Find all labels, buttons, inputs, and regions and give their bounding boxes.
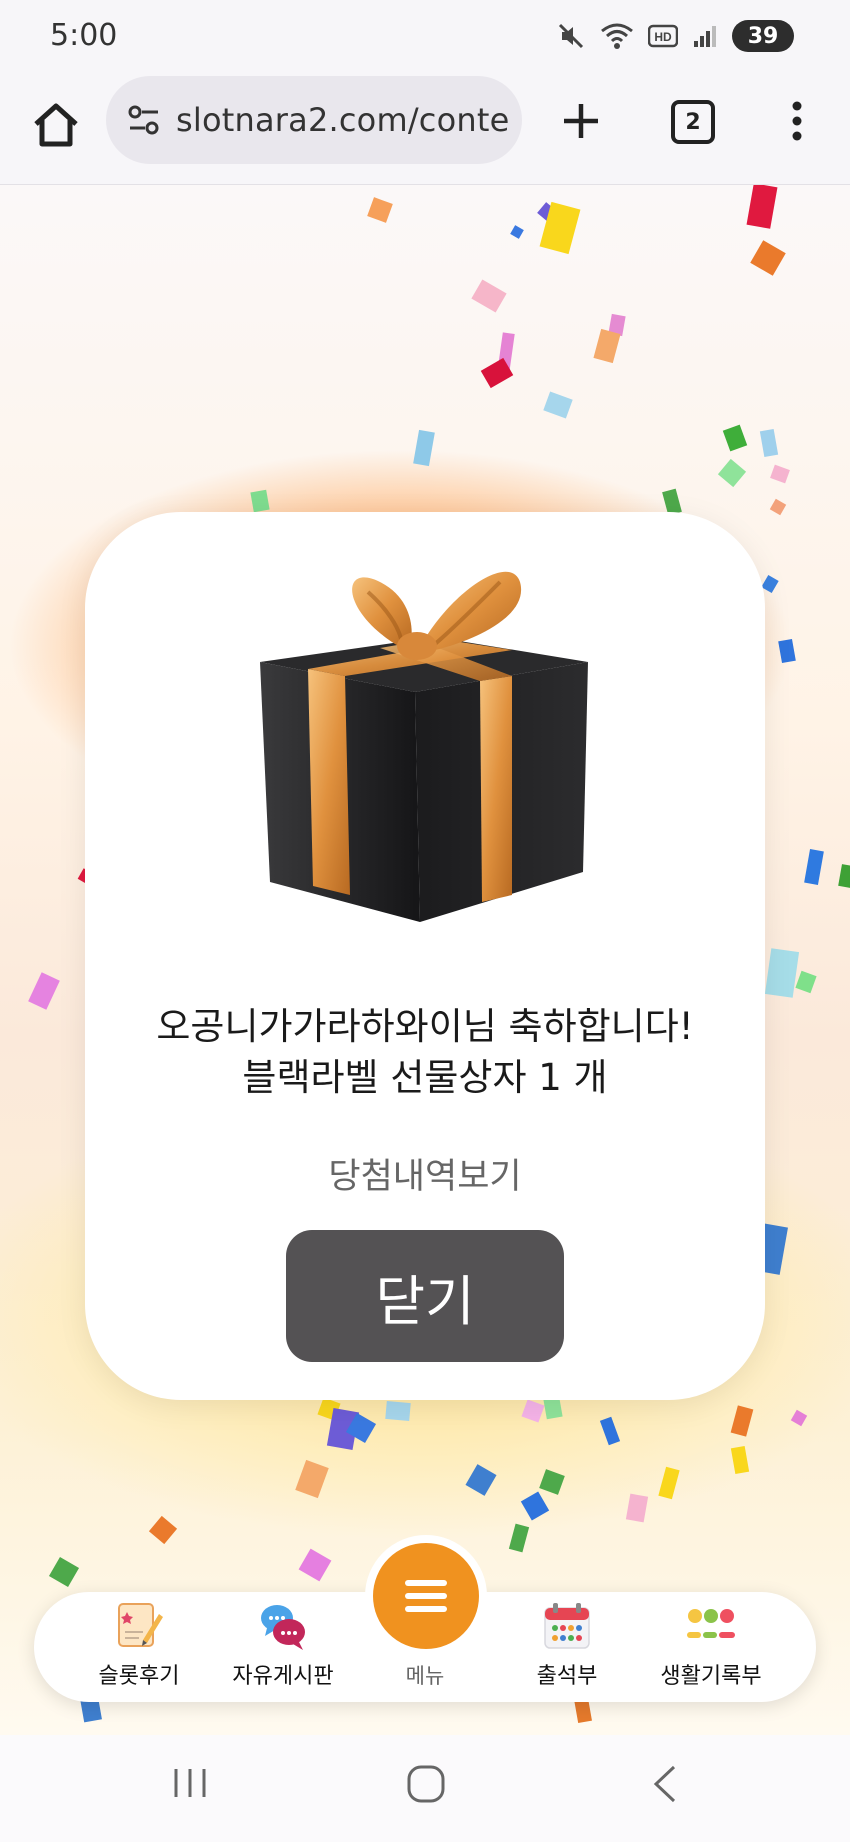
site-settings-icon[interactable] — [126, 102, 162, 138]
nav-item-life-record[interactable]: 생활기록부 — [636, 1592, 786, 1702]
status-time: 5:00 — [50, 18, 118, 53]
tab-count: 2 — [685, 109, 701, 135]
confetti-piece — [148, 1515, 178, 1545]
nav-item-slot-review[interactable]: 슬롯후기 — [64, 1592, 214, 1702]
confetti-piece — [778, 638, 796, 664]
nav-label-life-record: 생활기록부 — [660, 1664, 762, 1689]
nav-label-free-board: 자유게시판 — [232, 1664, 334, 1689]
review-note-icon — [118, 1603, 163, 1647]
confetti-piece — [730, 1445, 750, 1475]
nav-item-attendance[interactable]: 출석부 — [492, 1592, 642, 1702]
congrats-message: 오공니가가라하와이님 축하합니다! — [156, 1005, 694, 1048]
chat-bubbles-icon — [261, 1605, 305, 1650]
page-background: 오공니가가라하와이님 축하합니다! 블랙라벨 선물상자 1 개 당첨내역보기 닫… — [0, 185, 850, 1735]
confetti-piece — [593, 328, 621, 364]
url-text: slotnara2.com/conte — [176, 101, 510, 139]
status-bar: 5:00 HD 39 — [0, 0, 850, 76]
confetti-piece — [750, 240, 786, 276]
confetti-piece — [790, 1409, 808, 1427]
confetti-piece — [510, 225, 524, 239]
confetti-piece — [746, 185, 778, 229]
hamburger-menu-icon — [405, 1580, 447, 1612]
home-icon[interactable] — [28, 98, 84, 154]
confetti-piece — [764, 948, 800, 998]
confetti-piece — [298, 1548, 332, 1582]
tabs-icon[interactable]: 2 — [671, 100, 715, 144]
prize-modal: 오공니가가라하와이님 축하합니다! 블랙라벨 선물상자 1 개 당첨내역보기 닫… — [85, 512, 765, 1400]
confetti-piece — [520, 1491, 550, 1521]
system-nav-bar — [0, 1735, 850, 1842]
gift-box-icon — [260, 571, 588, 922]
menu-button[interactable] — [373, 1543, 479, 1649]
confetti-piece — [769, 498, 787, 516]
confetti-piece — [838, 864, 850, 888]
address-bar[interactable]: slotnara2.com/conte — [106, 76, 522, 164]
confetti-piece — [413, 429, 435, 467]
confetti-piece — [770, 464, 790, 484]
confetti-piece — [250, 489, 270, 513]
confetti-piece — [599, 1416, 621, 1446]
calendar-icon — [544, 1603, 590, 1649]
hd-icon: HD — [648, 24, 678, 48]
view-history-link[interactable]: 당첨내역보기 — [85, 1148, 765, 1199]
confetti-piece — [543, 1396, 563, 1420]
confetti-piece — [730, 1405, 754, 1437]
new-tab-plus-icon[interactable] — [556, 96, 606, 146]
confetti-piece — [48, 1556, 80, 1588]
back-icon[interactable] — [648, 1763, 682, 1805]
confetti-piece — [722, 424, 748, 452]
more-vert-icon[interactable] — [782, 96, 812, 146]
confetti-piece — [543, 391, 573, 419]
confetti-piece — [539, 1469, 565, 1495]
confetti-piece — [28, 972, 60, 1010]
battery-charging-icon: 39 — [732, 20, 794, 52]
emoji-faces-icon — [687, 1609, 735, 1638]
home-nav-icon[interactable] — [405, 1763, 447, 1805]
battery-level: 39 — [747, 23, 779, 49]
confetti-piece — [367, 197, 393, 223]
nav-label-menu: 메뉴 — [405, 1664, 445, 1688]
confetti-piece — [759, 428, 779, 458]
mute-icon — [558, 23, 584, 49]
browser-toolbar: slotnara2.com/conte 2 — [0, 76, 850, 185]
close-button[interactable]: 닫기 — [286, 1230, 564, 1362]
confetti-piece — [521, 1399, 545, 1423]
status-icons: HD 39 — [556, 20, 794, 52]
nav-label-attendance: 출석부 — [536, 1664, 598, 1689]
confetti-piece — [717, 458, 747, 488]
confetti-piece — [804, 849, 824, 885]
svg-text:HD: HD — [654, 30, 672, 44]
signal-icon — [694, 26, 716, 47]
nav-label-slot-review: 슬롯후기 — [98, 1664, 180, 1689]
confetti-piece — [465, 1464, 497, 1496]
confetti-piece — [761, 574, 779, 594]
confetti-piece — [625, 1493, 649, 1523]
confetti-piece — [795, 970, 817, 994]
confetti-piece — [471, 279, 507, 313]
wifi-icon — [601, 23, 633, 49]
prize-message: 블랙라벨 선물상자 1 개 — [242, 1056, 608, 1099]
confetti-piece — [658, 1466, 680, 1500]
confetti-piece — [508, 1523, 530, 1553]
confetti-piece — [295, 1459, 329, 1499]
recents-icon[interactable] — [170, 1763, 210, 1803]
nav-item-free-board[interactable]: 자유게시판 — [208, 1592, 358, 1702]
confetti-piece — [385, 1400, 411, 1422]
